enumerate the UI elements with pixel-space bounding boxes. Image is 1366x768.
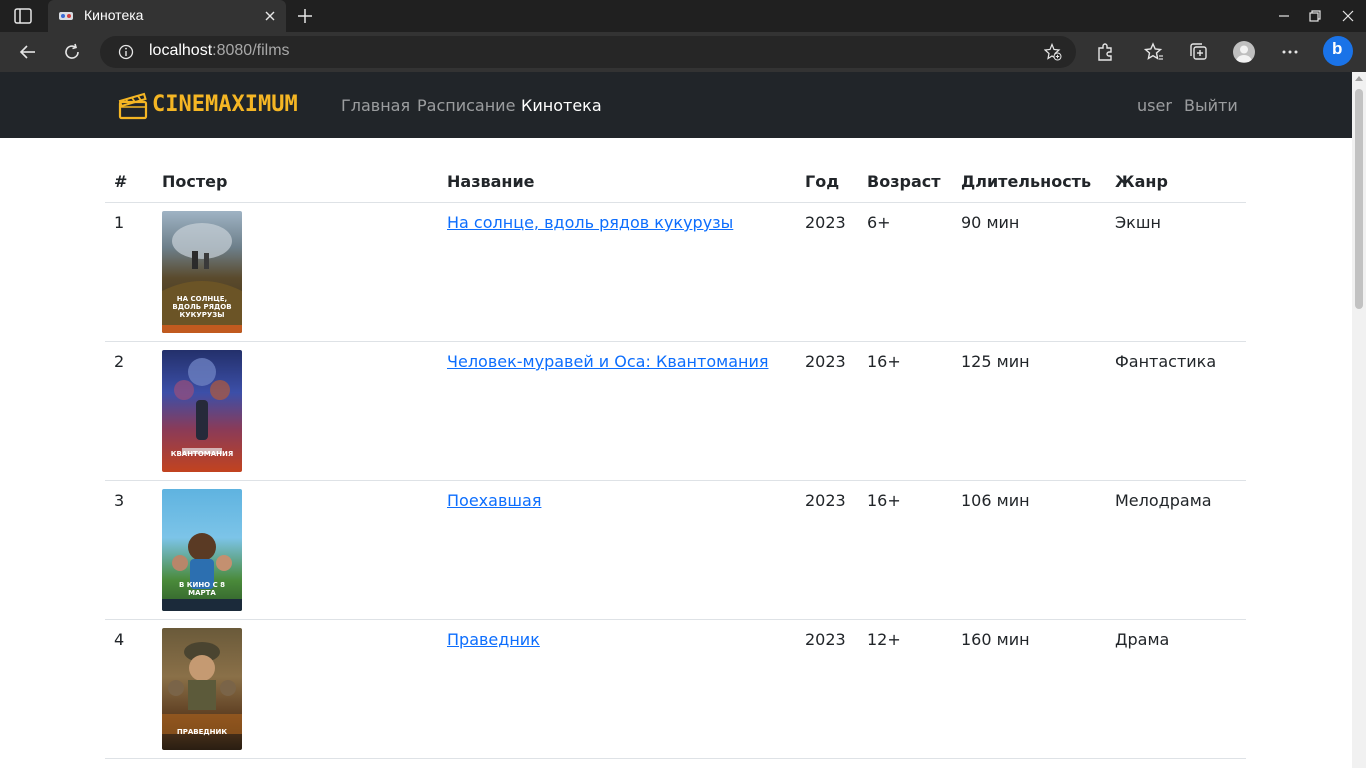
film-genre: Мелодрама — [1106, 480, 1246, 620]
film-poster[interactable]: Праведник — [162, 628, 242, 750]
film-poster[interactable]: На солнце, вдоль рядов кукурузы — [162, 211, 242, 333]
page-scrollbar[interactable] — [1352, 72, 1366, 768]
film-year: 2023 — [796, 619, 858, 759]
profile-avatar[interactable] — [1233, 41, 1255, 63]
more-menu-icon[interactable] — [1280, 42, 1300, 62]
address-bar[interactable]: localhost:8080/films — [100, 36, 1076, 68]
back-arrow-icon[interactable] — [19, 43, 37, 61]
table-row: 4 Праведник Праведник 2023 12+ 160 — [105, 619, 1246, 759]
film-year: 2023 — [796, 202, 858, 342]
film-title-link[interactable]: Поехавшая — [447, 491, 541, 510]
scroll-up-arrow-icon[interactable] — [1355, 76, 1363, 81]
film-age: 12+ — [858, 619, 952, 759]
header-title: Название — [438, 160, 796, 203]
browser-tab-active[interactable]: Кинотека — [48, 0, 286, 32]
film-duration: 160 мин — [952, 619, 1106, 759]
film-age: 16+ — [858, 341, 952, 481]
close-tab-icon[interactable] — [262, 8, 278, 24]
tab-title: Кинотека — [84, 7, 144, 23]
film-title-link[interactable]: На солнце, вдоль рядов кукурузы — [447, 213, 733, 232]
scrollbar-thumb[interactable] — [1355, 89, 1363, 309]
url-text: localhost:8080/films — [149, 42, 290, 60]
clapperboard-icon — [118, 92, 148, 120]
poster-cell: Праведник — [153, 619, 438, 759]
sidebar-toggle-icon[interactable] — [14, 8, 32, 24]
extensions-icon[interactable] — [1095, 42, 1115, 62]
film-year: 2023 — [796, 480, 858, 620]
bing-logo-icon: b — [1332, 39, 1343, 58]
minimize-window-icon[interactable] — [1277, 9, 1291, 23]
nav-link-home[interactable]: Главная — [341, 96, 410, 115]
nav-user[interactable]: user — [1137, 96, 1172, 115]
poster-cell: Квантомания — [153, 341, 438, 481]
film-poster[interactable]: Квантомания — [162, 350, 242, 472]
title-cell: Праведник — [438, 619, 796, 759]
film-title-link[interactable]: Человек-муравей и Оса: Квантомания — [447, 352, 768, 371]
url-host: localhost — [149, 42, 213, 59]
film-poster[interactable]: В кино с 8 марта — [162, 489, 242, 611]
brand-name: CINEMAXIMUM — [152, 92, 298, 117]
film-genre: Фантастика — [1106, 341, 1246, 481]
tab-favicon-icon — [59, 12, 73, 20]
nav-link-films[interactable]: Кинотека — [521, 96, 602, 115]
title-cell: На солнце, вдоль рядов кукурузы — [438, 202, 796, 342]
header-number: # — [105, 160, 153, 203]
restore-window-icon[interactable] — [1308, 9, 1322, 23]
poster-caption: Квантомания — [170, 450, 234, 458]
url-path: :8080/films — [212, 42, 290, 59]
film-age: 6+ — [858, 202, 952, 342]
table-row: 3 В кино с 8 марта Поехавшая 2023 16+ 10… — [105, 480, 1246, 620]
header-genre: Жанр — [1106, 160, 1246, 203]
poster-cell: В кино с 8 марта — [153, 480, 438, 620]
reload-icon[interactable] — [63, 43, 81, 61]
table-row: 1 На солнце, вдоль рядов кукурузы На сол… — [105, 202, 1246, 342]
row-number: 2 — [105, 341, 153, 481]
film-year: 2023 — [796, 341, 858, 481]
header-poster: Постер — [153, 160, 438, 203]
poster-cell: На солнце, вдоль рядов кукурузы — [153, 202, 438, 342]
site-navbar: CINEMAXIMUM Главная Расписание Кинотека … — [0, 72, 1352, 138]
title-cell: Поехавшая — [438, 480, 796, 620]
nav-link-schedule[interactable]: Расписание — [417, 96, 515, 115]
browser-tab-strip: Кинотека — [0, 0, 1366, 32]
new-tab-icon[interactable] — [296, 7, 314, 25]
poster-caption: На солнце, вдоль рядов кукурузы — [172, 295, 232, 319]
title-cell: Человек-муравей и Оса: Квантомания — [438, 341, 796, 481]
close-window-icon[interactable] — [1341, 9, 1355, 23]
add-favorite-icon[interactable] — [1044, 43, 1062, 61]
film-title-link[interactable]: Праведник — [447, 630, 540, 649]
favorites-icon[interactable] — [1144, 42, 1164, 62]
row-number: 4 — [105, 619, 153, 759]
row-number: 3 — [105, 480, 153, 620]
table-row: 2 Квантомания Человек-муравей и Оса: Ква… — [105, 341, 1246, 481]
site-info-icon[interactable] — [118, 44, 134, 60]
film-genre: Экшн — [1106, 202, 1246, 342]
film-duration: 125 мин — [952, 341, 1106, 481]
header-year: Год — [796, 160, 858, 203]
film-age: 16+ — [858, 480, 952, 620]
film-duration: 106 мин — [952, 480, 1106, 620]
table-header-row: # Постер Название Год Возраст Длительнос… — [105, 160, 1246, 203]
copilot-button[interactable]: b — [1323, 36, 1353, 66]
profile-person-icon — [1236, 45, 1252, 62]
collections-icon[interactable] — [1188, 42, 1208, 62]
films-table: # Постер Название Год Возраст Длительнос… — [105, 160, 1246, 759]
poster-caption: Праведник — [176, 728, 228, 736]
film-duration: 90 мин — [952, 202, 1106, 342]
header-age: Возраст — [858, 160, 952, 203]
row-number: 1 — [105, 202, 153, 342]
film-genre: Драма — [1106, 619, 1246, 759]
header-duration: Длительность — [952, 160, 1106, 203]
logout-link[interactable]: Выйти — [1184, 96, 1238, 115]
browser-toolbar: localhost:8080/films b — [0, 32, 1366, 72]
poster-caption: В кино с 8 марта — [178, 581, 226, 597]
